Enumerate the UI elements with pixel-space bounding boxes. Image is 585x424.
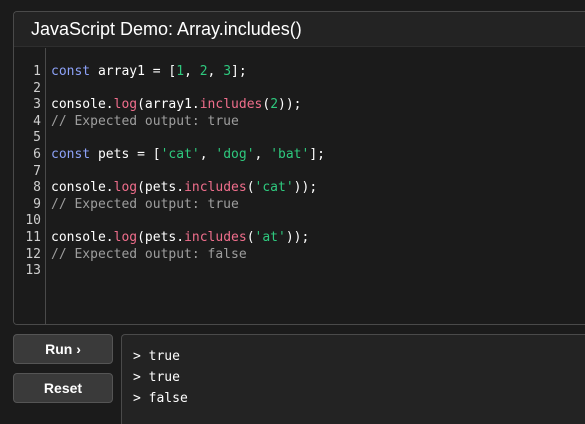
code-token: , xyxy=(254,146,271,162)
code-token: log xyxy=(113,97,138,113)
code-token: ( xyxy=(246,229,255,245)
code-token: console. xyxy=(51,229,114,245)
line-number: 9 xyxy=(33,196,41,212)
code-token: log xyxy=(113,180,138,196)
code-token: // Expected output: true xyxy=(51,113,239,129)
code-token: 2 xyxy=(199,64,208,79)
console-output: > true > true > false xyxy=(121,334,585,424)
code-token: 2 xyxy=(270,97,279,113)
code-token: )); xyxy=(278,97,302,113)
code-token: 'bat' xyxy=(270,146,310,162)
code-line: // Expected output: true xyxy=(51,197,585,214)
line-number: 6 xyxy=(33,146,41,162)
code-token: const xyxy=(51,146,91,162)
code-token: // Expected output: false xyxy=(51,246,247,262)
code-token: )); xyxy=(285,229,310,245)
code-token: (pets. xyxy=(137,180,185,196)
code-token: // Expected output: true xyxy=(51,196,239,212)
console-line: > true xyxy=(133,370,180,385)
code-line: // Expected output: false xyxy=(51,247,585,264)
code-token: includes xyxy=(184,180,247,196)
code-token: (array1. xyxy=(137,97,200,113)
code-token: )); xyxy=(293,180,318,196)
code-token: console. xyxy=(51,97,114,113)
demo-title: JavaScript Demo: Array.includes() xyxy=(31,18,302,39)
console-line: > false xyxy=(133,391,188,406)
line-number: 4 xyxy=(33,113,41,129)
code-line: console.log(pets.includes('cat')); xyxy=(51,180,585,197)
code-token: 'cat' xyxy=(160,146,200,162)
run-button[interactable]: Run › xyxy=(13,334,113,364)
line-number: 10 xyxy=(25,213,41,229)
code-token: (pets. xyxy=(137,229,185,245)
code-line: const array1 = [1, 2, 3]; xyxy=(51,64,585,81)
code-token: log xyxy=(113,229,138,245)
line-number: 5 xyxy=(33,130,41,146)
code-token: , xyxy=(199,146,216,162)
line-number: 2 xyxy=(33,80,41,96)
code-line: console.log(pets.includes('at')); xyxy=(51,230,585,247)
line-number: 11 xyxy=(25,229,41,245)
code-token: ( xyxy=(262,97,271,113)
code-token: includes xyxy=(184,229,247,245)
line-number: 3 xyxy=(33,97,41,113)
code-token: const xyxy=(51,64,91,79)
reset-button[interactable]: Reset xyxy=(13,373,113,403)
line-number: 1 xyxy=(33,64,41,79)
code-token: 'at' xyxy=(254,229,286,245)
code-token: array1 = [ xyxy=(90,64,177,79)
line-number: 7 xyxy=(33,163,41,179)
line-number: 13 xyxy=(25,263,41,279)
code-token: ]; xyxy=(309,146,325,162)
code-line: const pets = ['cat', 'dog', 'bat']; xyxy=(51,147,585,164)
console-line: > true xyxy=(133,349,180,364)
code-line: console.log(array1.includes(2)); xyxy=(51,97,585,114)
line-number: 8 xyxy=(33,180,41,196)
code-token: , xyxy=(207,64,224,79)
code-editor[interactable]: 1 2 3 4 5 6 7 8 9 10 11 12 13 const array1 = [1, 2, … xyxy=(14,48,585,324)
line-number-gutter: 1 2 3 4 5 6 7 8 9 10 11 12 13 xyxy=(14,48,46,324)
code-token: console. xyxy=(51,180,114,196)
line-number: 12 xyxy=(25,246,41,262)
code-token: 3 xyxy=(223,64,232,79)
code-token: includes xyxy=(199,97,263,113)
code-token: ( xyxy=(246,180,255,196)
code-token: 'cat' xyxy=(254,180,294,196)
code-token: , xyxy=(184,64,200,79)
code-token: ]; xyxy=(231,64,247,79)
code-token: pets = [ xyxy=(90,146,161,162)
demo-frame: JavaScript Demo: Array.includes() 123456… xyxy=(13,11,585,325)
code-area[interactable]: const array1 = [1, 2, 3]; console.log(arr… xyxy=(46,48,585,324)
demo-header: JavaScript Demo: Array.includes() xyxy=(14,12,585,47)
code-token: 1 xyxy=(176,64,185,79)
code-token: 'dog' xyxy=(215,146,255,162)
code-line: // Expected output: true xyxy=(51,114,585,131)
